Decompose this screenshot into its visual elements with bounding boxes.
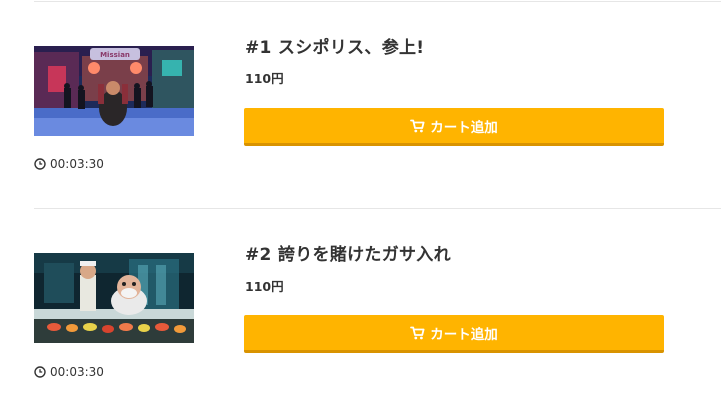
- svg-text:Missian: Missian: [100, 51, 130, 59]
- episode-title[interactable]: #1 スシポリス、参上!: [245, 33, 424, 58]
- episode-thumbnail[interactable]: Missian: [34, 46, 194, 136]
- episode-title[interactable]: #2 誇りを賭けたガサ入れ: [245, 240, 451, 265]
- episode-duration: 00:03:30: [34, 365, 104, 379]
- divider: [34, 208, 721, 209]
- clock-icon: [34, 158, 46, 170]
- episode-price: 110円: [245, 279, 284, 294]
- divider: [34, 1, 721, 2]
- episode-duration: 00:03:30: [34, 157, 104, 171]
- cart-icon: [410, 326, 425, 339]
- episode-list: Missian 00:03:30 #1 スシポリス、参上! 110円 カート追加…: [0, 0, 721, 412]
- episode-thumbnail[interactable]: [34, 253, 194, 343]
- add-to-cart-label: カート追加: [430, 119, 498, 136]
- episode-price: 110円: [245, 71, 284, 86]
- duration-text: 00:03:30: [50, 365, 104, 379]
- clock-icon: [34, 366, 46, 378]
- duration-text: 00:03:30: [50, 157, 104, 171]
- cart-icon: [410, 119, 425, 132]
- add-to-cart-button[interactable]: カート追加: [244, 108, 664, 146]
- add-to-cart-label: カート追加: [430, 326, 498, 343]
- add-to-cart-button[interactable]: カート追加: [244, 315, 664, 353]
